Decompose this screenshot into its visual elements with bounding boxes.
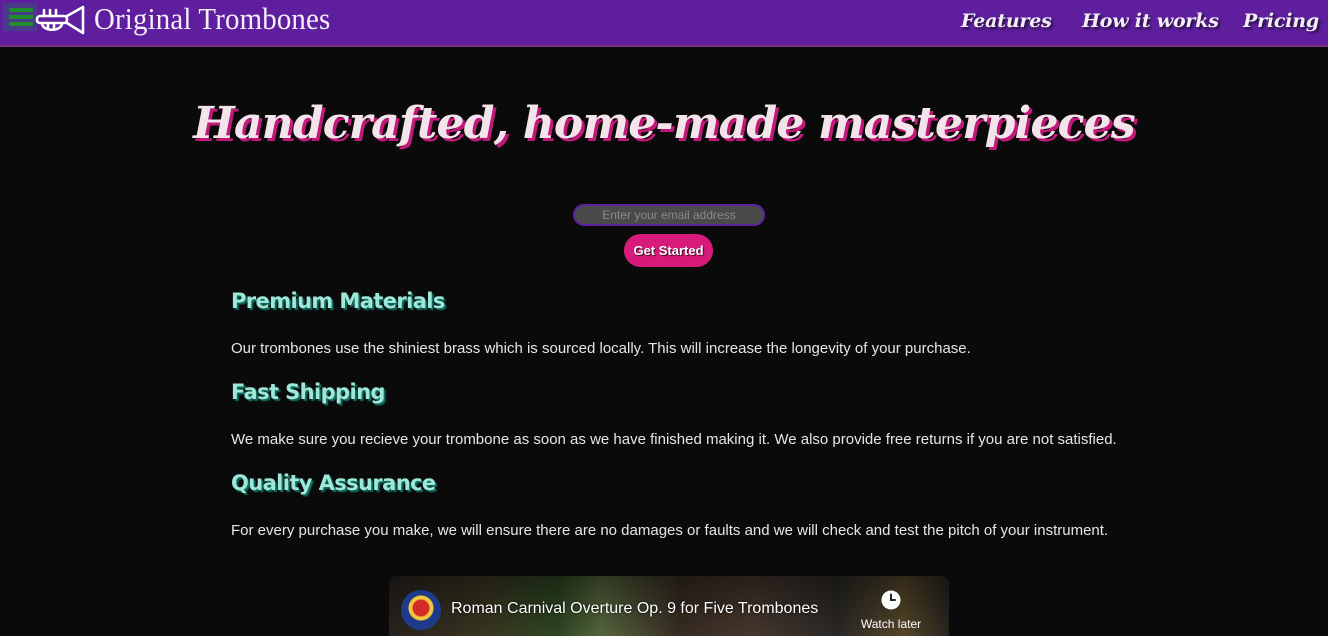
feature-text-premium-materials: Our trombones use the shiniest brass whi… — [231, 340, 971, 357]
nav-link-features[interactable]: Features — [961, 10, 1052, 32]
trumpet-icon — [35, 5, 85, 35]
hero-title: Handcrafted, home-made masterpieces — [193, 98, 1135, 149]
nav-link-pricing[interactable]: Pricing — [1243, 10, 1319, 32]
get-started-button[interactable]: Get Started — [624, 234, 713, 267]
feature-text-quality-assurance: For every purchase you make, we will ens… — [231, 522, 1109, 539]
email-input[interactable] — [573, 204, 765, 226]
video-embed[interactable]: Roman Carnival Overture Op. 9 for Five T… — [389, 576, 949, 636]
feature-title-quality-assurance: Quality Assurance — [231, 471, 436, 495]
feature-title-fast-shipping: Fast Shipping — [231, 380, 385, 404]
nav-link-how-it-works[interactable]: How it works — [1082, 10, 1219, 32]
channel-avatar[interactable] — [401, 590, 441, 630]
feature-text-fast-shipping: We make sure you recieve your trombone a… — [231, 431, 1117, 448]
hamburger-menu-icon[interactable] — [3, 3, 37, 31]
brand-name[interactable]: Original Trombones — [94, 1, 330, 37]
watch-later-label: Watch later — [860, 617, 922, 631]
feature-title-premium-materials: Premium Materials — [231, 289, 445, 313]
site-header: Original Trombones Features How it works… — [0, 0, 1328, 47]
watch-later-button[interactable]: Watch later — [855, 590, 927, 636]
clock-icon — [881, 590, 901, 610]
video-title[interactable]: Roman Carnival Overture Op. 9 for Five T… — [451, 600, 851, 618]
